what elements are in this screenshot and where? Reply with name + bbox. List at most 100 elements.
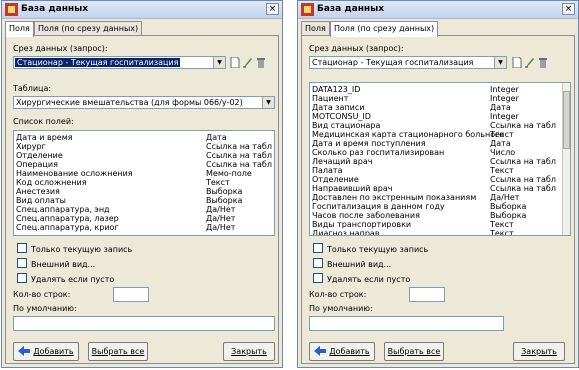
list-item[interactable]: Пациент Integer (312, 94, 568, 103)
only-current-record-checkbox[interactable]: Только текущую запись (313, 243, 428, 254)
close-button-label: Закрыть (521, 347, 557, 356)
delete-if-empty-checkbox[interactable]: Удалять если пусто (17, 273, 114, 284)
list-item[interactable]: Виды транспортировки Текст (312, 220, 568, 229)
list-item[interactable]: Диагноз направ... Текст (312, 229, 568, 235)
list-item[interactable]: DATA123_ID Integer (312, 85, 568, 94)
rows-count-input[interactable] (409, 287, 445, 302)
appearance-checkbox[interactable]: Внешний вид... (17, 258, 95, 269)
field-name: DATA123_ID (312, 85, 361, 94)
only-current-record-checkbox[interactable]: Только текущую запись (17, 243, 132, 254)
window-title: База данных (21, 4, 89, 14)
field-name: Лечащий врач (312, 157, 373, 166)
tab-panel: Срез данных (запрос): Стационар - Текуща… (301, 35, 575, 364)
rows-count-label: Кол-во строк: (309, 290, 367, 299)
list-item[interactable]: Сколько раз госпитализирован Число (312, 148, 568, 157)
tab-fields[interactable]: Поля (301, 21, 330, 36)
list-item[interactable]: Код осложнения Текст (16, 178, 272, 187)
checkbox-box[interactable] (17, 273, 27, 283)
list-item[interactable]: Отделение Ссылка на табл (312, 175, 568, 184)
chevron-down-icon[interactable]: ▼ (262, 97, 274, 108)
add-button-label: Добавить (329, 347, 370, 356)
field-type: Ссылка на табл (490, 121, 556, 130)
checkbox-box[interactable] (313, 273, 323, 283)
field-type: Integer (490, 112, 519, 121)
delete-if-empty-checkbox[interactable]: Удалять если пусто (313, 273, 410, 284)
checkbox-box[interactable] (17, 258, 27, 268)
list-item[interactable]: MOTCONSU_ID Integer (312, 112, 568, 121)
list-item[interactable]: Направивший врач Ссылка на табл (312, 184, 568, 193)
checkbox-box[interactable] (313, 243, 323, 253)
close-window-button[interactable]: × (562, 3, 575, 15)
checkbox-label: Удалять если пусто (327, 275, 411, 284)
list-item[interactable]: Дата и время Дата (16, 133, 272, 142)
field-name: Часов после заболевания (312, 211, 420, 220)
checkbox-box[interactable] (17, 243, 27, 253)
list-item[interactable]: Вид стационара Ссылка на табл (312, 121, 568, 130)
list-item[interactable]: Дата и время поступления Дата (312, 139, 568, 148)
list-item[interactable]: Доставлен по экстренным показаниям Да/Нет (312, 193, 568, 202)
slice-select[interactable]: Стационар - Текущая госпитализация ▼ (309, 56, 507, 69)
list-item[interactable]: Палата Текст (312, 166, 568, 175)
trash-icon[interactable] (538, 57, 548, 68)
list-item[interactable]: Операция Ссылка на табл (16, 160, 272, 169)
add-button[interactable]: Добавить (13, 342, 79, 361)
fields-list[interactable]: DATA123_ID Integer Пациент Integer Дата запи… (309, 82, 571, 236)
default-value-input[interactable] (309, 316, 504, 331)
default-value-label: По умолчанию: (13, 304, 77, 313)
appearance-checkbox[interactable]: Внешний вид... (313, 258, 391, 269)
list-item[interactable]: Анестезия Выборка (16, 187, 272, 196)
field-name: Отделение (16, 151, 63, 160)
edit-pencil-icon[interactable] (243, 57, 253, 68)
tab-fields-by-slice[interactable]: Поля (по срезу данных) (330, 21, 439, 37)
default-value-label: По умолчанию: (309, 304, 373, 313)
slice-select-value: Стационар - Текущая госпитализация (15, 58, 181, 67)
default-value-input[interactable] (13, 316, 275, 331)
list-item[interactable]: Наименование осложнения Мемо-поле (16, 169, 272, 178)
tab-fields-by-slice[interactable]: Поля (по срезу данных) (34, 21, 143, 36)
list-item[interactable]: Дата записи Дата (312, 103, 568, 112)
title-bar[interactable]: База данных × (2, 1, 282, 19)
list-item[interactable]: Отделение Ссылка на табл (16, 151, 272, 160)
list-item[interactable]: Спец.аппаратура, криог Да/Нет (16, 223, 272, 232)
field-type: Выборка (206, 187, 243, 196)
slice-select[interactable]: Стационар - Текущая госпитализация ▼ (13, 56, 226, 69)
field-name: Отделение (312, 175, 359, 184)
list-item[interactable]: Лечащий врач Ссылка на табл (312, 157, 568, 166)
list-item[interactable]: Хирург Ссылка на табл (16, 142, 272, 151)
list-item[interactable]: Медицинская карта стационарного больного… (312, 130, 568, 139)
close-window-button[interactable]: × (266, 3, 279, 15)
list-item[interactable]: Госпитализация в данном году Выборка (312, 202, 568, 211)
field-type: Integer (490, 85, 519, 94)
fields-list[interactable]: Дата и время Дата Хирург Ссылка на табл Отде… (13, 130, 275, 236)
select-all-button[interactable]: Выбрать все (88, 342, 148, 361)
tab-fields[interactable]: Поля (5, 21, 34, 37)
field-name: Пациент (312, 94, 349, 103)
new-document-icon[interactable] (230, 57, 240, 68)
field-type: Ссылка на табл (490, 157, 556, 166)
rows-count-label: Кол-во строк: (13, 290, 71, 299)
trash-icon[interactable] (256, 57, 266, 68)
field-name: Направивший врач (312, 184, 393, 193)
list-item[interactable]: Спец.аппаратура, энд Да/Нет (16, 205, 272, 214)
select-all-button[interactable]: Выбрать все (384, 342, 444, 361)
close-button[interactable]: Закрыть (223, 342, 275, 361)
left-arrow-icon (18, 346, 31, 356)
new-document-icon[interactable] (512, 57, 522, 68)
list-item[interactable]: Спец.аппаратура, лазер Да/Нет (16, 214, 272, 223)
rows-count-input[interactable] (113, 287, 149, 302)
list-item[interactable]: Часов после заболевания Выборка (312, 211, 568, 220)
checkbox-box[interactable] (313, 258, 323, 268)
chevron-down-icon[interactable]: ▼ (213, 57, 225, 68)
window-title: База данных (317, 4, 385, 14)
edit-pencil-icon[interactable] (525, 57, 535, 68)
table-select[interactable]: Хирургические вмешательства (для формы 0… (13, 96, 275, 109)
close-button[interactable]: Закрыть (513, 342, 565, 361)
table-label: Таблица: (13, 84, 52, 93)
title-bar[interactable]: База данных × (298, 1, 578, 19)
add-button[interactable]: Добавить (309, 342, 375, 361)
chevron-down-icon[interactable]: ▼ (494, 57, 506, 68)
list-item[interactable]: Вид оплаты Выборка (16, 196, 272, 205)
field-type: Мемо-поле (206, 169, 252, 178)
field-type: Выборка (206, 196, 243, 205)
select-all-button-label: Выбрать все (91, 347, 145, 356)
